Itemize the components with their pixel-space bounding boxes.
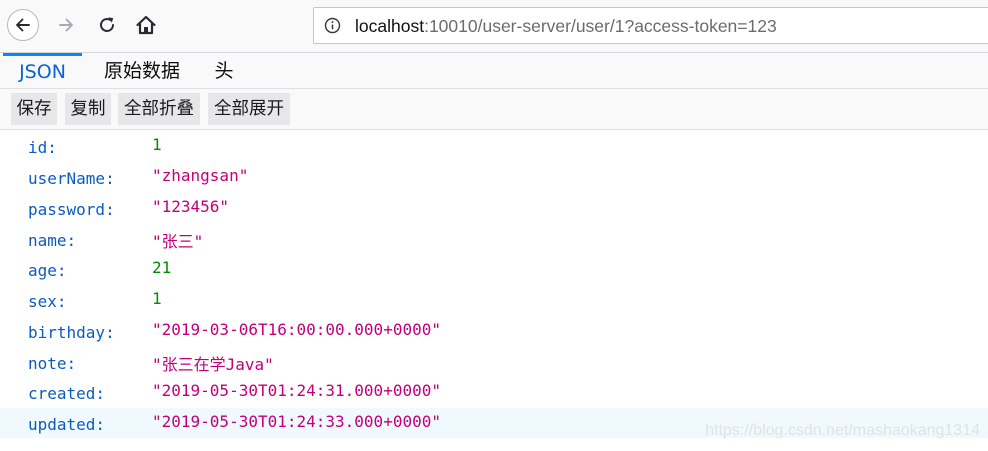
tab-json[interactable]: JSON bbox=[3, 53, 82, 89]
back-button[interactable] bbox=[7, 9, 39, 41]
tab-headers[interactable]: 头 bbox=[203, 53, 245, 89]
json-key: birthday: bbox=[28, 323, 115, 342]
json-value: "张三" bbox=[152, 232, 204, 251]
json-key: age: bbox=[28, 261, 67, 280]
viewer-tab-bar: JSON 原始数据 头 bbox=[0, 52, 988, 89]
url-text: localhost:10010/user-server/user/1?acces… bbox=[355, 16, 777, 37]
home-button[interactable] bbox=[129, 8, 163, 42]
json-row-created[interactable]: created: "2019-05-30T01:24:31.000+0000" bbox=[0, 377, 988, 407]
json-value: "2019-03-06T16:00:00.000+0000" bbox=[152, 320, 441, 339]
reload-button[interactable] bbox=[90, 8, 124, 42]
watermark: https://blog.csdn.net/mashaokang1314 bbox=[705, 422, 980, 439]
expand-all-button[interactable]: 全部展开 bbox=[208, 93, 290, 125]
copy-button[interactable]: 复制 bbox=[65, 93, 111, 125]
browser-navbar: localhost:10010/user-server/user/1?acces… bbox=[0, 0, 988, 52]
json-row-id[interactable]: id: 1 bbox=[0, 131, 988, 161]
json-row-age[interactable]: age: 21 bbox=[0, 254, 988, 284]
json-key: name: bbox=[28, 231, 77, 250]
url-bar[interactable]: localhost:10010/user-server/user/1?acces… bbox=[313, 7, 988, 44]
save-button[interactable]: 保存 bbox=[11, 93, 57, 125]
json-key: sex: bbox=[28, 292, 67, 311]
json-row-username[interactable]: userName: "zhangsan" bbox=[0, 162, 988, 192]
json-key: id: bbox=[28, 138, 57, 157]
json-value: 1 bbox=[152, 135, 162, 154]
json-key: password: bbox=[28, 200, 115, 219]
info-icon[interactable] bbox=[324, 17, 341, 34]
forward-arrow-icon bbox=[59, 18, 73, 32]
json-value: "zhangsan" bbox=[152, 166, 249, 185]
home-icon bbox=[136, 15, 156, 35]
url-host: localhost bbox=[355, 16, 425, 36]
json-row-birthday[interactable]: birthday: "2019-03-06T16:00:00.000+0000" bbox=[0, 316, 988, 346]
json-value: 21 bbox=[152, 258, 172, 277]
json-key: userName: bbox=[28, 169, 115, 188]
reload-icon bbox=[100, 17, 114, 32]
json-toolbar: 保存 复制 全部折叠 全部展开 bbox=[0, 89, 988, 130]
json-key: note: bbox=[28, 354, 77, 373]
json-key: updated: bbox=[28, 415, 106, 434]
url-path: :10010/user-server/user/1?access-token=1… bbox=[424, 16, 777, 36]
json-value: "2019-05-30T01:24:31.000+0000" bbox=[152, 381, 441, 400]
tab-raw-data[interactable]: 原始数据 bbox=[90, 53, 194, 89]
json-row-note[interactable]: note: "张三在学Java" bbox=[0, 347, 988, 377]
json-row-sex[interactable]: sex: 1 bbox=[0, 285, 988, 315]
collapse-all-button[interactable]: 全部折叠 bbox=[118, 93, 200, 125]
back-arrow-icon bbox=[16, 18, 30, 32]
json-value: "张三在学Java" bbox=[152, 355, 274, 374]
forward-button[interactable] bbox=[49, 8, 83, 42]
json-value: 1 bbox=[152, 289, 162, 308]
json-value: "123456" bbox=[152, 197, 230, 216]
json-value: "2019-05-30T01:24:33.000+0000" bbox=[152, 412, 441, 431]
json-row-name[interactable]: name: "张三" bbox=[0, 224, 988, 254]
json-key: created: bbox=[28, 384, 106, 403]
json-row-password[interactable]: password: "123456" bbox=[0, 193, 988, 223]
